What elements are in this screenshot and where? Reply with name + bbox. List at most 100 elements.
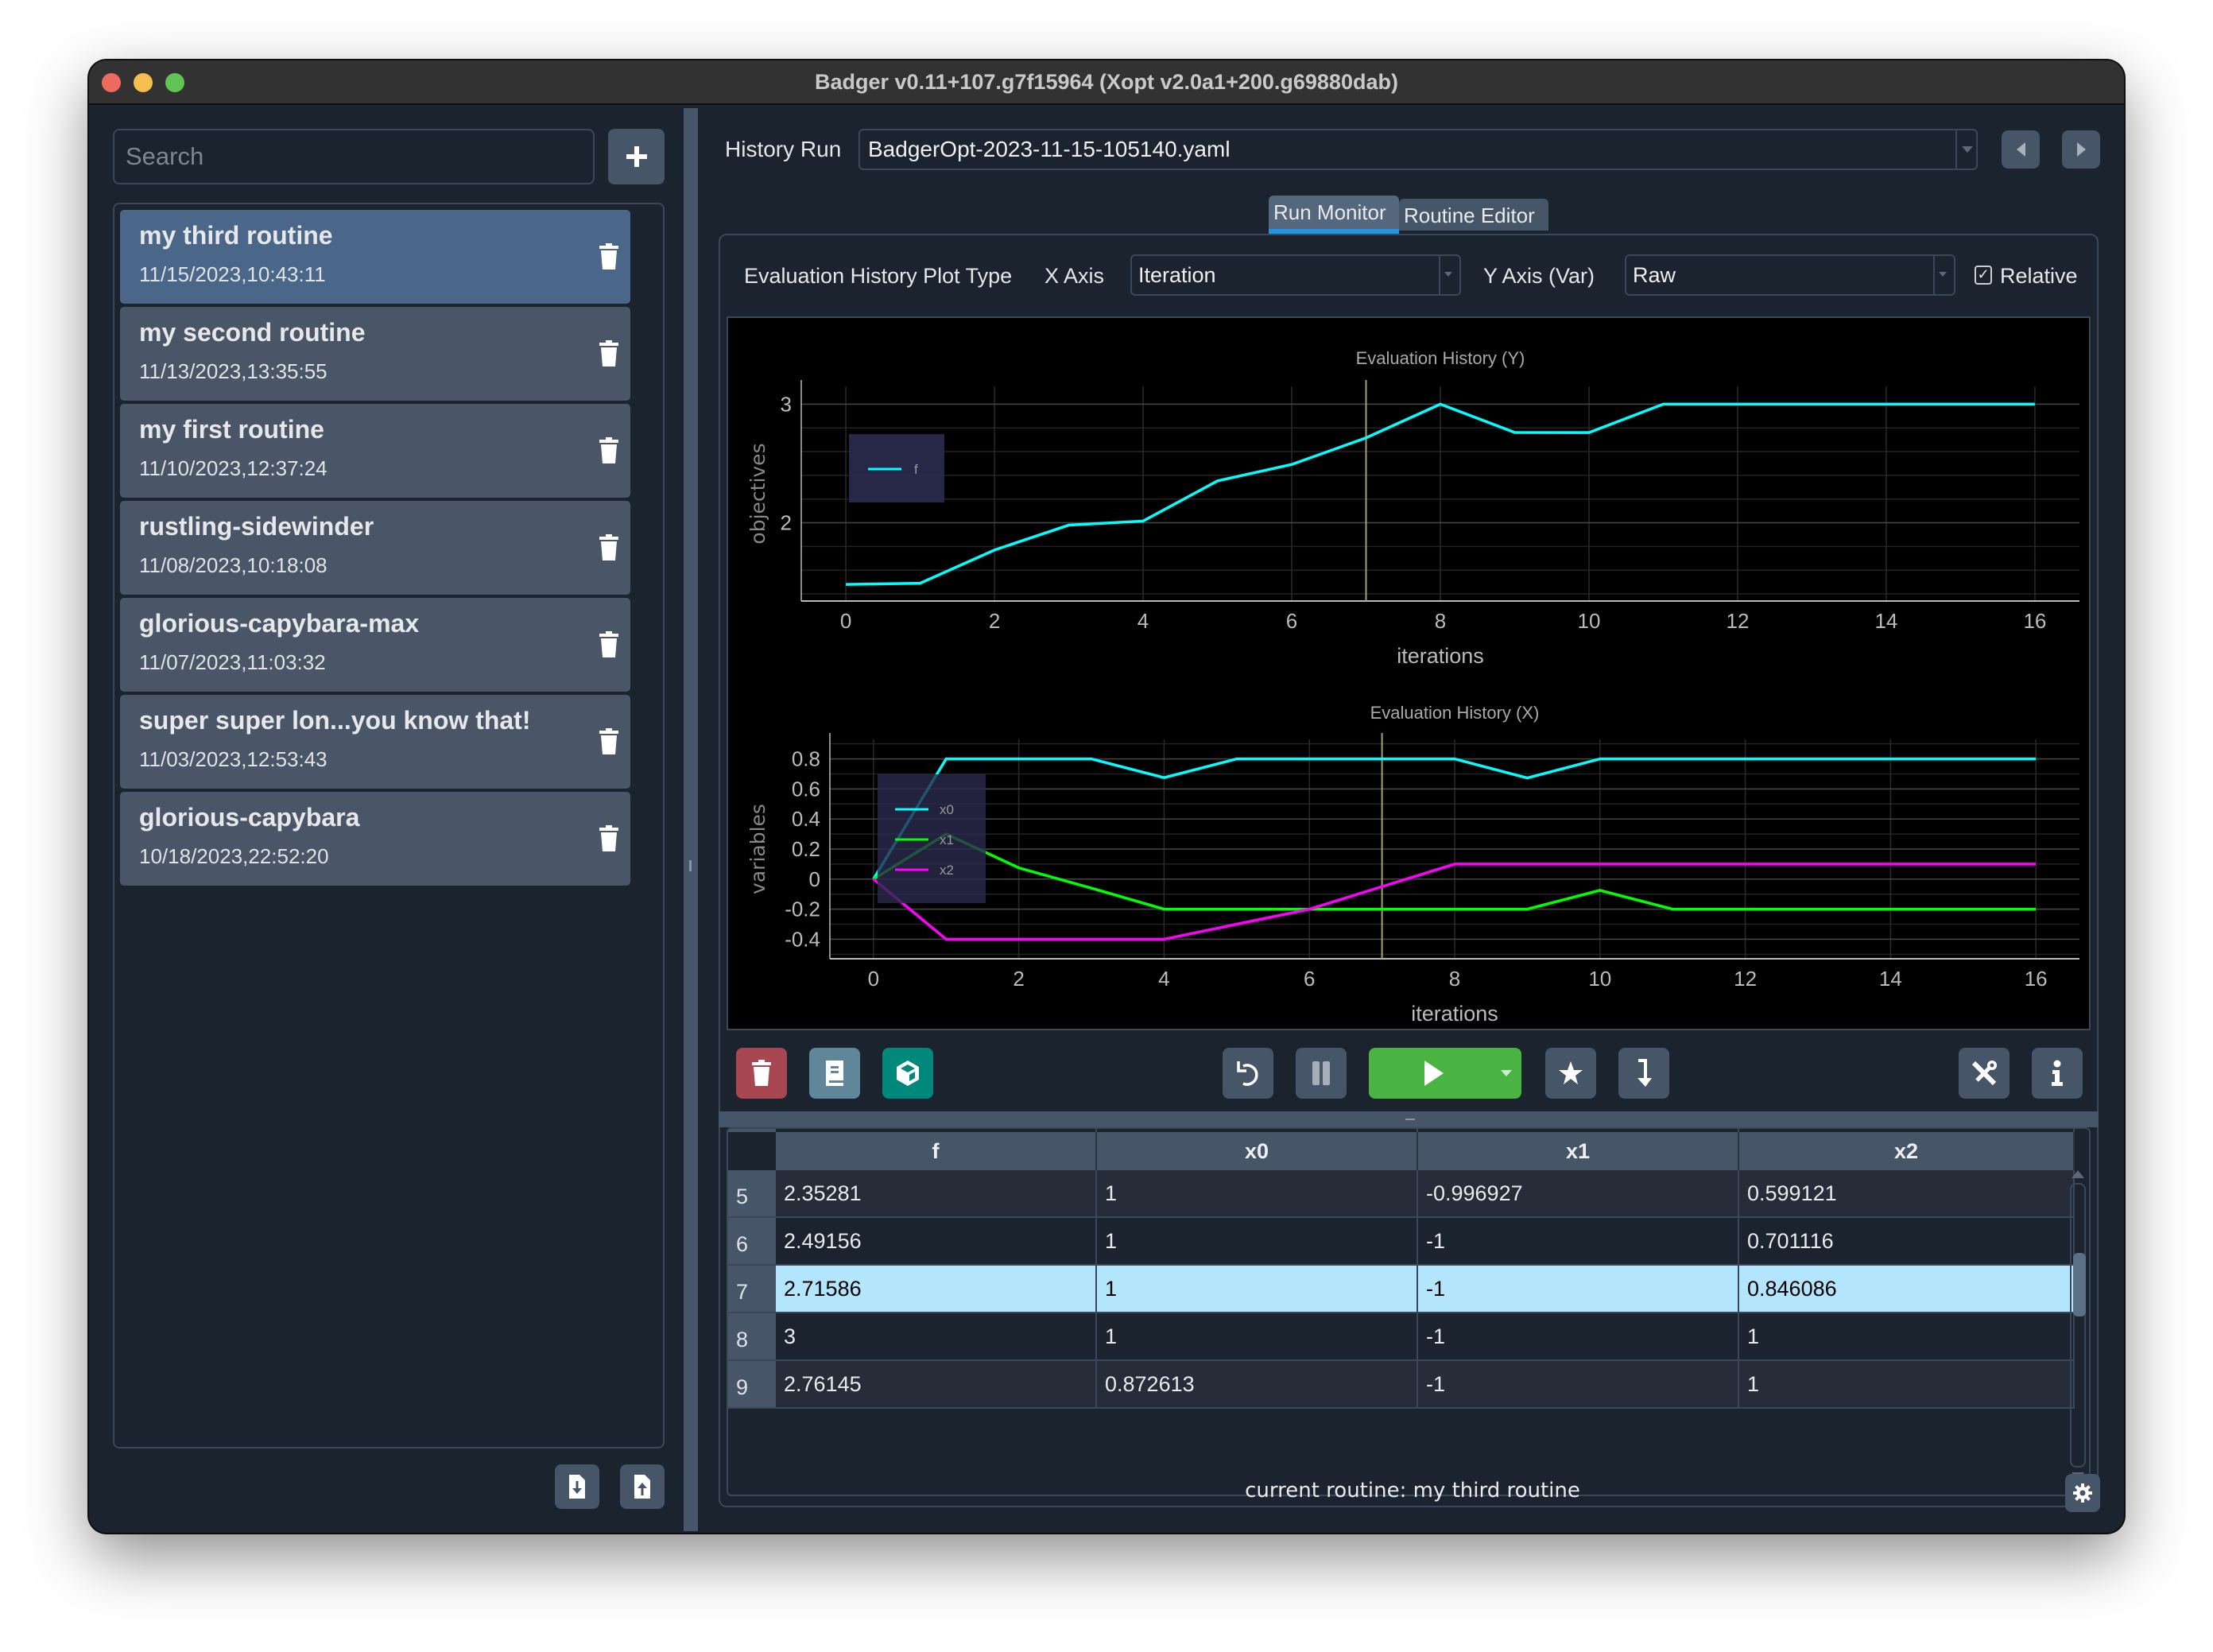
table-row[interactable]: 6 2.49156 1 -1 0.701116 [728,1218,2075,1266]
tools-button[interactable] [1959,1048,2010,1099]
table-scrollbar[interactable] [2068,1170,2087,1488]
sidebar-splitter[interactable] [684,108,698,1531]
table-cell-f[interactable]: 2.71586 [776,1266,1097,1312]
table-cell-x0[interactable]: 1 [1097,1218,1418,1264]
y-tick-label: 0.2 [792,837,820,861]
delete-routine-icon[interactable] [599,534,619,561]
table-cell-x1[interactable]: -1 [1418,1361,1739,1407]
y-tick-label: -0.2 [785,898,820,921]
table-cell-x2[interactable]: 0.599121 [1739,1170,2075,1216]
table-cell-x2[interactable]: 1 [1739,1361,2075,1407]
table-cell-x1[interactable]: -0.996927 [1418,1170,1739,1216]
row-index[interactable]: 5 [728,1170,776,1216]
y-axis-dropdown[interactable] [1933,256,1954,294]
scroll-up-icon[interactable] [2072,1170,2084,1178]
import-routine-button[interactable] [555,1464,599,1509]
relative-checkbox[interactable]: ✓ [1975,266,1992,285]
x-tick-label: 16 [2025,967,2048,991]
delete-routine-icon[interactable] [599,243,619,270]
legend-label: x0 [940,802,954,817]
routine-item[interactable]: my second routine 11/13/2023,13:35:55 [120,307,630,401]
run-options-dropdown[interactable] [1501,1070,1512,1076]
table-row[interactable]: 9 2.76145 0.872613 -1 1 [728,1361,2075,1409]
x-axis-title: iterations [1411,1002,1498,1026]
y-axis-title: variables [746,804,769,894]
add-routine-button[interactable] [608,129,665,184]
routine-item[interactable]: glorious-capybara 10/18/2023,22:52:20 [120,792,630,886]
delete-routine-icon[interactable] [599,340,619,367]
tools-icon [1971,1061,1997,1086]
delete-routine-icon[interactable] [599,825,619,852]
table-cell-x0[interactable]: 1 [1097,1266,1418,1312]
x-axis-select[interactable]: Iteration [1130,254,1461,296]
table-cell-f[interactable]: 2.76145 [776,1361,1097,1407]
dial-in-button[interactable] [1618,1048,1669,1099]
table-cell-x0[interactable]: 1 [1097,1313,1418,1359]
table-row[interactable]: 8 3 1 -1 1 [728,1313,2075,1361]
table-cell-x0[interactable]: 1 [1097,1170,1418,1216]
settings-button[interactable] [2065,1474,2100,1512]
routine-item[interactable]: my third routine 11/15/2023,10:43:11 [120,210,630,304]
run-button[interactable] [1369,1048,1521,1099]
info-button[interactable] [2032,1048,2083,1099]
table-cell-x1[interactable]: -1 [1418,1313,1739,1359]
undo-icon [1237,1061,1258,1086]
file-import-icon [569,1475,585,1499]
routine-name: rustling-sidewinder [139,512,374,541]
row-index[interactable]: 8 [728,1313,776,1359]
x-axis-dropdown[interactable] [1439,256,1459,294]
logbook-button[interactable] [809,1048,860,1099]
tab-run-monitor[interactable]: Run Monitor [1269,196,1399,234]
history-run-dropdown[interactable] [1955,130,1976,169]
table-row[interactable]: 5 2.35281 1 -0.996927 0.599121 [728,1170,2075,1218]
table-cell-f[interactable]: 2.35281 [776,1170,1097,1216]
table-splitter[interactable] [719,1111,2099,1127]
row-index[interactable]: 6 [728,1218,776,1264]
delete-run-button[interactable] [736,1048,787,1099]
delete-routine-icon[interactable] [599,728,619,755]
jump-to-optimum-button[interactable] [1545,1048,1596,1099]
routine-name: glorious-capybara [139,803,360,832]
routine-item[interactable]: glorious-capybara-max 11/07/2023,11:03:32 [120,598,630,692]
export-routine-button[interactable] [620,1464,665,1509]
routine-name: my second routine [139,318,366,347]
table-cell-f[interactable]: 3 [776,1313,1097,1359]
table-cell-x2[interactable]: 0.846086 [1739,1266,2075,1312]
extensions-button[interactable] [882,1048,933,1099]
column-header-x1[interactable]: x1 [1418,1132,1739,1170]
x-axis-title: iterations [1397,644,1484,668]
column-header-f[interactable]: f [776,1132,1097,1170]
table-cell-f[interactable]: 2.49156 [776,1218,1097,1264]
table-cell-x2[interactable]: 0.701116 [1739,1218,2075,1264]
chart-title: Evaluation History (X) [1370,703,1540,723]
y-axis-select[interactable]: Raw [1625,254,1955,296]
row-index[interactable]: 9 [728,1361,776,1407]
evaluation-history-plots[interactable]: 0 2 4 6 8 10 12 14 16 2 3 Evaluation History (Y) ite… [727,316,2091,1030]
column-header-x0[interactable]: x0 [1097,1132,1418,1170]
row-index[interactable]: 7 [728,1266,776,1312]
tab-routine-editor[interactable]: Routine Editor [1399,199,1548,231]
table-cell-x0[interactable]: 0.872613 [1097,1361,1418,1407]
reset-button[interactable] [1223,1048,1273,1099]
scroll-track[interactable] [2070,1183,2086,1468]
y-tick-label: 0 [809,867,820,891]
table-row[interactable]: 7 2.71586 1 -1 0.846086 [728,1266,2075,1313]
routine-item[interactable]: my first routine 11/10/2023,12:37:24 [120,404,630,498]
search-input[interactable] [113,129,595,184]
prev-run-button[interactable] [2002,130,2040,169]
scroll-thumb[interactable] [2073,1253,2086,1317]
column-header-x2[interactable]: x2 [1739,1132,2075,1170]
routine-date: 11/08/2023,10:18:08 [139,553,327,577]
pause-button[interactable] [1296,1048,1347,1099]
delete-routine-icon[interactable] [599,437,619,464]
evaluation-table[interactable]: 42.014040.874436-10.552.352811-0.9969270… [727,1127,2091,1496]
routine-item[interactable]: rustling-sidewinder 11/08/2023,10:18:08 [120,501,630,595]
table-cell-x2[interactable]: 1 [1739,1313,2075,1359]
table-cell-x1[interactable]: -1 [1418,1218,1739,1264]
play-icon [1424,1061,1444,1086]
delete-routine-icon[interactable] [599,631,619,658]
history-run-select[interactable]: BadgerOpt-2023-11-15-105140.yaml [858,129,1978,170]
routine-item[interactable]: super super lon...you know that! 11/03/20… [120,695,630,789]
table-cell-x1[interactable]: -1 [1418,1266,1739,1312]
next-run-button[interactable] [2062,130,2100,169]
